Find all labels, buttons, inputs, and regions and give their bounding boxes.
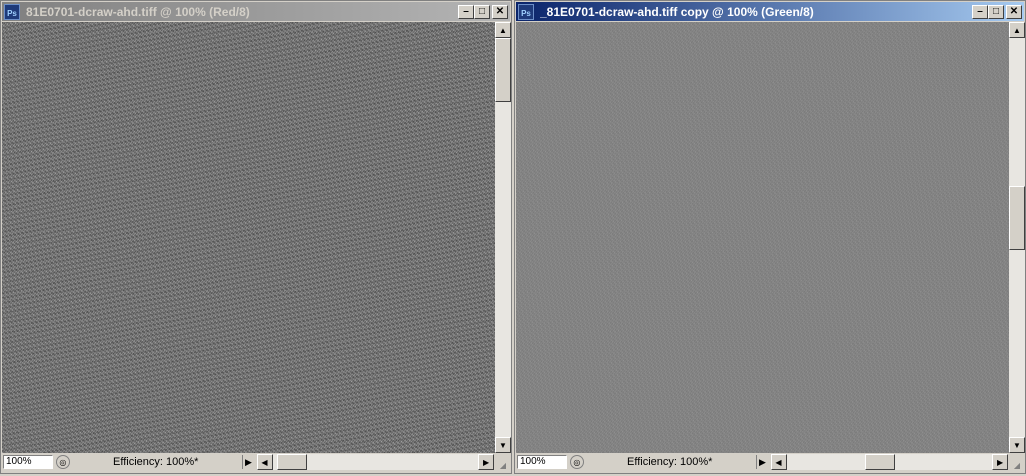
document-window-left[interactable]: Ps 81E0701-dcraw-ahd.tiff @ 100% (Red/8)… xyxy=(0,0,512,474)
photoshop-icon[interactable]: Ps xyxy=(518,3,534,20)
triangle-right-icon[interactable]: ▶ xyxy=(755,455,769,469)
vertical-scroll-thumb[interactable] xyxy=(495,38,511,102)
horizontal-scroll-thumb[interactable] xyxy=(864,454,895,470)
resize-grip-icon[interactable]: ◢ xyxy=(1010,454,1024,470)
title-bar[interactable]: Ps _81E0701-dcraw-ahd.tiff copy @ 100% (… xyxy=(516,2,1024,21)
arrow-right-icon[interactable]: ▶ xyxy=(992,454,1009,470)
arrow-left-icon[interactable]: ◀ xyxy=(256,454,273,470)
navigator-icon[interactable]: ◎ xyxy=(569,455,584,469)
minimize-icon[interactable]: – xyxy=(972,4,988,19)
vertical-scroll-thumb[interactable] xyxy=(1009,186,1025,250)
arrow-down-icon[interactable]: ▼ xyxy=(495,437,511,453)
close-icon[interactable]: ✕ xyxy=(492,4,508,19)
window-controls: – □ ✕ xyxy=(458,4,508,19)
efficiency-readout: Efficiency: 100%* xyxy=(627,456,713,468)
vertical-scrollbar[interactable]: ▲ ▼ xyxy=(495,22,511,453)
image-canvas[interactable] xyxy=(2,22,495,453)
arrow-right-icon[interactable]: ▶ xyxy=(478,454,495,470)
vertical-scrollbar[interactable]: ▲ ▼ xyxy=(1009,22,1025,453)
navigator-icon[interactable]: ◎ xyxy=(55,455,70,469)
status-bar: 100% ◎ Efficiency: 100%* ▶ ◀ ▶ ◢ xyxy=(2,453,510,471)
efficiency-readout: Efficiency: 100%* xyxy=(113,456,199,468)
image-canvas[interactable] xyxy=(516,22,1009,453)
arrow-down-icon[interactable]: ▼ xyxy=(1009,437,1025,453)
arrow-left-icon[interactable]: ◀ xyxy=(770,454,787,470)
triangle-right-icon[interactable]: ▶ xyxy=(241,455,255,469)
minimize-icon[interactable]: – xyxy=(458,4,474,19)
maximize-icon[interactable]: □ xyxy=(988,4,1004,19)
arrow-up-icon[interactable]: ▲ xyxy=(1009,22,1025,38)
horizontal-scrollbar[interactable]: ◀ ▶ xyxy=(770,454,1009,470)
photoshop-icon[interactable]: Ps xyxy=(4,3,20,20)
title-bar[interactable]: Ps 81E0701-dcraw-ahd.tiff @ 100% (Red/8)… xyxy=(2,2,510,21)
window-controls: – □ ✕ xyxy=(972,4,1022,19)
resize-grip-icon[interactable]: ◢ xyxy=(496,454,510,470)
horizontal-scroll-thumb[interactable] xyxy=(276,454,307,470)
document-window-right[interactable]: Ps _81E0701-dcraw-ahd.tiff copy @ 100% (… xyxy=(514,0,1026,474)
window-title: _81E0701-dcraw-ahd.tiff copy @ 100% (Gre… xyxy=(540,4,814,19)
horizontal-scrollbar[interactable]: ◀ ▶ xyxy=(256,454,495,470)
status-bar: 100% ◎ Efficiency: 100%* ▶ ◀ ▶ ◢ xyxy=(516,453,1024,471)
zoom-field[interactable]: 100% xyxy=(3,455,53,469)
close-icon[interactable]: ✕ xyxy=(1006,4,1022,19)
arrow-up-icon[interactable]: ▲ xyxy=(495,22,511,38)
zoom-field[interactable]: 100% xyxy=(517,455,567,469)
window-title: 81E0701-dcraw-ahd.tiff @ 100% (Red/8) xyxy=(26,4,250,19)
maximize-icon[interactable]: □ xyxy=(474,4,490,19)
